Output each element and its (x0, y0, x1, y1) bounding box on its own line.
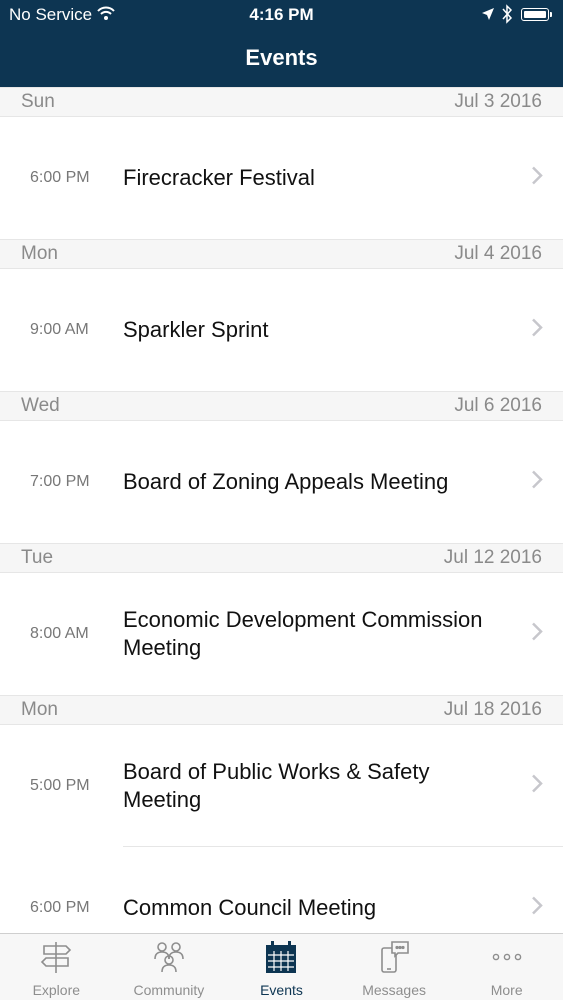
page-title: Events (245, 45, 318, 70)
section-day: Mon (21, 243, 58, 264)
section-date: Jul 12 2016 (443, 547, 542, 568)
event-time: 5:00 PM (30, 777, 90, 794)
tab-more[interactable]: More (450, 934, 563, 1001)
event-title: Board of Public Works & Safety Meeting (123, 759, 430, 812)
event-row[interactable]: 6:00 PM Common Council Meeting (0, 847, 563, 933)
events-list[interactable]: Sun Jul 3 2016 6:00 PM Firecracker Festi… (0, 87, 563, 933)
event-title: Economic Development Commission Meeting (123, 607, 483, 660)
section-header: Mon Jul 18 2016 (0, 695, 563, 725)
signpost-icon (38, 940, 74, 979)
section-day: Sun (21, 91, 55, 112)
event-time: 6:00 PM (30, 899, 90, 916)
more-dots-icon (489, 940, 525, 979)
section-header: Tue Jul 12 2016 (0, 543, 563, 573)
tab-label: Community (133, 982, 205, 998)
event-row[interactable]: 5:00 PM Board of Public Works & Safety M… (0, 725, 563, 847)
section-date: Jul 18 2016 (443, 699, 542, 720)
tab-bar: Explore Community Events Messages More (0, 933, 563, 1000)
tab-label: Explore (32, 982, 81, 998)
battery-icon (521, 8, 552, 21)
section-day: Wed (21, 395, 60, 416)
people-icon (151, 940, 187, 979)
chevron-right-icon (531, 166, 543, 191)
nav-bar: Events (0, 30, 563, 87)
tab-community[interactable]: Community (113, 934, 226, 1001)
status-bar: No Service 4:16 PM (0, 0, 563, 30)
tab-label: Messages (362, 982, 426, 998)
event-time: 9:00 AM (30, 321, 89, 338)
event-time: 6:00 PM (30, 169, 90, 186)
section-day: Mon (21, 699, 58, 720)
calendar-icon (263, 940, 299, 979)
event-time: 8:00 AM (30, 625, 89, 642)
event-row[interactable]: 9:00 AM Sparkler Sprint (0, 269, 563, 391)
event-title: Board of Zoning Appeals Meeting (123, 469, 449, 494)
section-date: Jul 3 2016 (454, 91, 542, 112)
tab-messages[interactable]: Messages (338, 934, 451, 1001)
event-title: Firecracker Festival (123, 165, 315, 190)
chevron-right-icon (531, 896, 543, 921)
tab-events[interactable]: Events (225, 934, 338, 1001)
location-arrow-icon (481, 7, 495, 26)
bluetooth-icon (501, 4, 513, 29)
event-title: Common Council Meeting (123, 895, 377, 920)
chevron-right-icon (531, 470, 543, 495)
clock: 4:16 PM (249, 5, 314, 24)
section-date: Jul 4 2016 (454, 243, 542, 264)
tab-label: Events (260, 982, 303, 998)
section-day: Tue (21, 547, 54, 568)
section-header: Mon Jul 4 2016 (0, 239, 563, 269)
event-title: Sparkler Sprint (123, 317, 269, 342)
event-row[interactable]: 8:00 AM Economic Development Commission … (0, 573, 563, 695)
phone-chat-icon (376, 940, 412, 979)
tab-explore[interactable]: Explore (0, 934, 113, 1001)
event-row[interactable]: 6:00 PM Firecracker Festival (0, 117, 563, 239)
chevron-right-icon (531, 774, 543, 799)
chevron-right-icon (531, 622, 543, 647)
event-time: 7:00 PM (30, 473, 90, 490)
tab-label: More (490, 982, 523, 998)
chevron-right-icon (531, 318, 543, 343)
section-header: Sun Jul 3 2016 (0, 87, 563, 117)
section-header: Wed Jul 6 2016 (0, 391, 563, 421)
section-date: Jul 6 2016 (454, 395, 542, 416)
event-row[interactable]: 7:00 PM Board of Zoning Appeals Meeting (0, 421, 563, 543)
